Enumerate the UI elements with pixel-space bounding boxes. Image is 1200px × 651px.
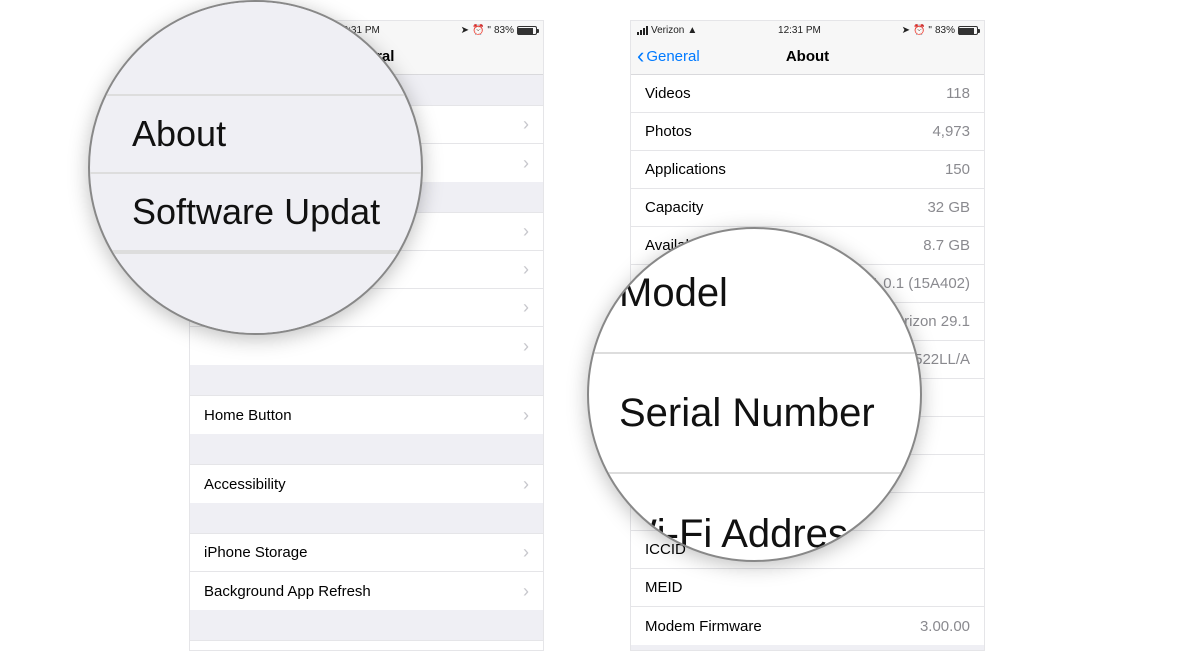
- magnifier-serial: Model Serial Number Wi-Fi Addres: [587, 227, 922, 562]
- chevron-right-icon: ›: [523, 474, 529, 495]
- row-label: Capacity: [645, 199, 703, 216]
- row-label: Background App Refresh: [204, 583, 371, 600]
- chevron-left-icon: ‹: [637, 45, 644, 67]
- bluetooth-icon: ": [928, 25, 932, 36]
- row-label: iPhone Storage: [204, 544, 307, 561]
- signal-icon: [637, 26, 648, 35]
- row-value: 32 GB: [927, 199, 970, 216]
- location-icon: ➤: [902, 25, 910, 36]
- group-restrictions: Restrictions On ›: [190, 640, 543, 651]
- lens-label: About: [132, 113, 226, 155]
- nav-header: ‹ General About: [631, 39, 984, 75]
- lens-label: Model: [619, 271, 728, 316]
- chevron-right-icon: ›: [523, 221, 529, 242]
- lens-row-about: About: [90, 96, 421, 174]
- stage: Verizon ▲ 12:31 PM ➤ ⏰ " 83% ‹ Settings …: [0, 0, 1200, 651]
- location-icon: ➤: [461, 25, 469, 36]
- about-row[interactable]: Capacity 32 GB: [631, 189, 984, 227]
- about-row[interactable]: Modem Firmware 3.00.00: [631, 607, 984, 645]
- row-value: 118: [946, 85, 970, 102]
- lens-label: Software Updat: [132, 191, 380, 233]
- row-background-app-refresh[interactable]: Background App Refresh ›: [190, 572, 543, 610]
- about-row[interactable]: MEID: [631, 569, 984, 607]
- chevron-right-icon: ›: [523, 114, 529, 135]
- chevron-right-icon: ›: [523, 581, 529, 602]
- chevron-right-icon: ›: [523, 542, 529, 563]
- battery-icon: [517, 26, 537, 35]
- chevron-right-icon: ›: [523, 153, 529, 174]
- row-iphone-storage[interactable]: iPhone Storage ›: [190, 534, 543, 572]
- row-restrictions[interactable]: Restrictions On ›: [190, 641, 543, 651]
- wifi-icon: ▲: [687, 25, 697, 36]
- about-row[interactable]: Photos 4,973: [631, 113, 984, 151]
- status-bar: Verizon ▲ 12:31 PM ➤ ⏰ " 83%: [631, 21, 984, 39]
- row-label: Home Button: [204, 407, 292, 424]
- carrier-label: Verizon: [651, 25, 684, 36]
- battery-pct: 83%: [494, 25, 514, 36]
- battery-icon: [958, 26, 978, 35]
- chevron-right-icon: ›: [523, 405, 529, 426]
- row-label: Accessibility: [204, 476, 286, 493]
- row-label: MEID: [645, 579, 683, 596]
- bluetooth-icon: ": [487, 25, 491, 36]
- group-storage: iPhone Storage › Background App Refresh ›: [190, 533, 543, 610]
- group-accessibility: Accessibility ›: [190, 464, 543, 503]
- row-value: 150: [945, 161, 970, 178]
- row-value: 8.7 GB: [923, 237, 970, 254]
- about-row[interactable]: Videos 118: [631, 75, 984, 113]
- about-row[interactable]: Applications 150: [631, 151, 984, 189]
- section-gap: [190, 434, 543, 464]
- lens-gray-area: [90, 2, 421, 96]
- section-gap: [190, 503, 543, 533]
- section-gap: [190, 365, 543, 395]
- group-home: Home Button ›: [190, 395, 543, 434]
- back-label: General: [646, 48, 699, 65]
- alarm-icon: ⏰: [913, 25, 925, 36]
- section-gap: [190, 610, 543, 640]
- battery-pct: 83%: [935, 25, 955, 36]
- row-accessibility[interactable]: Accessibility ›: [190, 465, 543, 503]
- row-value: 3.00.00: [920, 618, 970, 635]
- chevron-right-icon: ›: [523, 336, 529, 357]
- row-label: Photos: [645, 123, 692, 140]
- row-label: Videos: [645, 85, 691, 102]
- chevron-right-icon: ›: [523, 259, 529, 280]
- chevron-right-icon: ›: [523, 297, 529, 318]
- lens-row-software-update: Software Updat: [90, 174, 421, 252]
- row-label: Applications: [645, 161, 726, 178]
- row-label: Modem Firmware: [645, 618, 762, 635]
- row-home-button[interactable]: Home Button ›: [190, 396, 543, 434]
- alarm-icon: ⏰: [472, 25, 484, 36]
- magnifier-about: About Software Updat: [88, 0, 423, 335]
- lens-label: Serial Number: [619, 391, 875, 436]
- lens-row-serial-number: Serial Number: [589, 354, 920, 474]
- clock: 12:31 PM: [778, 25, 821, 36]
- row-value: 4,973: [932, 123, 970, 140]
- back-button[interactable]: ‹ General: [631, 46, 700, 68]
